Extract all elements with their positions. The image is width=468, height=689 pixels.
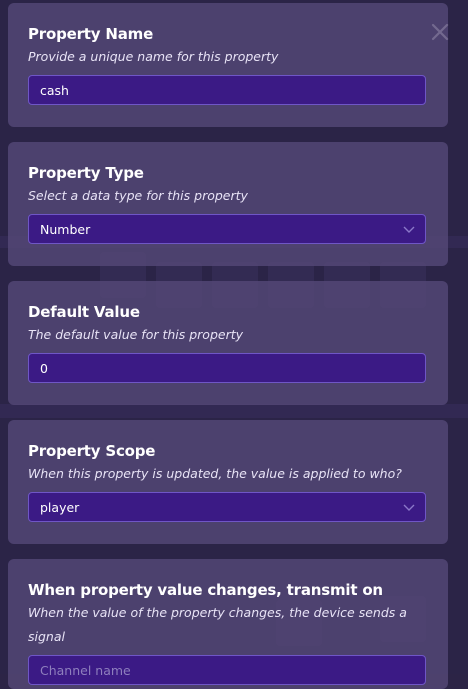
property-type-select[interactable]: Number xyxy=(28,214,426,244)
section-title: Property Name xyxy=(28,25,154,43)
selected-value: Number xyxy=(40,221,91,237)
property-type-section: Property Type Select a data type for thi… xyxy=(8,142,448,266)
property-scope-select[interactable]: player xyxy=(28,492,426,522)
section-title: Property Scope xyxy=(28,442,156,460)
section-description: Select a data type for this property xyxy=(28,188,248,203)
default-value-input[interactable]: 0 xyxy=(28,353,426,383)
section-description: Provide a unique name for this property xyxy=(28,49,279,64)
section-description: When this property is updated, the value… xyxy=(28,466,402,481)
chevron-down-icon xyxy=(403,226,415,233)
transmit-channel-section: When property value changes, transmit on… xyxy=(8,559,448,689)
property-scope-section: Property Scope When this property is upd… xyxy=(8,420,448,544)
default-value-section: Default Value The default value for this… xyxy=(8,281,448,405)
description-line: When the value of the property changes, … xyxy=(28,605,407,644)
channel-name-input[interactable]: Channel name xyxy=(28,655,426,685)
section-description: The default value for this property xyxy=(28,327,244,342)
property-settings-panel: Property Name Provide a unique name for … xyxy=(0,0,468,689)
chevron-down-icon xyxy=(403,504,415,511)
section-title: Default Value xyxy=(28,303,140,321)
section-title: Property Type xyxy=(28,164,144,182)
property-name-section: Property Name Provide a unique name for … xyxy=(8,3,448,127)
property-name-input[interactable]: cash xyxy=(28,75,426,105)
section-title: When property value changes, transmit on xyxy=(28,581,383,599)
selected-value: player xyxy=(40,499,80,515)
